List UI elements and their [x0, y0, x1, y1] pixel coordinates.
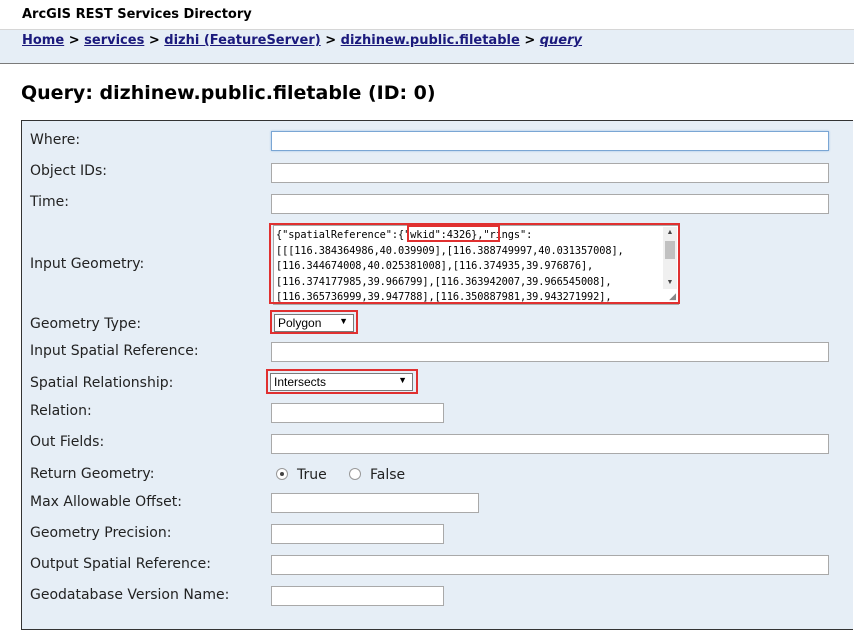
where-label: Where: [30, 132, 81, 148]
breadcrumb: Home > services > dizhi (FeatureServer) … [22, 33, 582, 48]
out-fields-label: Out Fields: [30, 434, 105, 450]
return-geometry-false-radio[interactable] [349, 468, 361, 480]
spatial-rel-label: Spatial Relationship: [30, 375, 174, 391]
triangle-down-icon: ▼ [339, 316, 348, 326]
breadcrumb-query-link[interactable]: query [540, 33, 582, 48]
gdb-version-label: Geodatabase Version Name: [30, 587, 230, 603]
breadcrumb-separator: > [524, 33, 536, 48]
geometry-precision-label: Geometry Precision: [30, 525, 172, 541]
object-ids-label: Object IDs: [30, 163, 107, 179]
breadcrumb-home-link[interactable]: Home [22, 33, 64, 48]
geometry-precision-input[interactable] [271, 524, 444, 544]
breadcrumb-bar: Home > services > dizhi (FeatureServer) … [0, 30, 854, 64]
geometry-type-select[interactable]: Polygon ▼ [274, 314, 354, 332]
relation-input[interactable] [271, 403, 444, 423]
input-sr-label: Input Spatial Reference: [30, 343, 199, 359]
max-offset-label: Max Allowable Offset: [30, 494, 182, 510]
geometry-scrollbar[interactable]: ▲ ▼ [663, 227, 677, 289]
relation-label: Relation: [30, 403, 92, 419]
out-fields-input[interactable] [271, 434, 829, 454]
breadcrumb-layer-link[interactable]: dizhinew.public.filetable [341, 33, 520, 48]
gdb-version-input[interactable] [271, 586, 444, 606]
breadcrumb-separator: > [148, 33, 160, 48]
breadcrumb-services-link[interactable]: services [84, 33, 144, 48]
breadcrumb-separator: > [68, 33, 80, 48]
time-input[interactable] [271, 194, 829, 214]
breadcrumb-featureserver-link[interactable]: dizhi (FeatureServer) [164, 33, 320, 48]
breadcrumb-separator: > [325, 33, 337, 48]
geometry-type-label: Geometry Type: [30, 316, 142, 332]
return-geometry-true-radio[interactable] [276, 468, 288, 480]
output-sr-input[interactable] [271, 555, 829, 575]
input-geometry-text: {"spatialReference":{"wkid":4326},"rings… [276, 229, 624, 303]
max-offset-input[interactable] [271, 493, 479, 513]
query-form: Where: Object IDs: Time: Input Geometry:… [21, 120, 853, 630]
resize-grip-icon[interactable]: ◢ [669, 291, 676, 302]
header-bar: ArcGIS REST Services Directory [0, 0, 854, 30]
time-label: Time: [30, 194, 69, 210]
input-geometry-textarea[interactable]: {"spatialReference":{"wkid":4326},"rings… [273, 225, 679, 305]
return-geometry-false-label[interactable]: False [370, 467, 405, 483]
output-sr-label: Output Spatial Reference: [30, 556, 211, 572]
return-geometry-label: Return Geometry: [30, 466, 155, 482]
triangle-down-icon: ▼ [398, 375, 407, 385]
spatial-rel-select[interactable]: Intersects ▼ [270, 373, 413, 391]
input-geometry-label: Input Geometry: [30, 256, 145, 272]
triangle-down-icon[interactable]: ▼ [663, 277, 677, 289]
input-sr-input[interactable] [271, 342, 829, 362]
where-input[interactable] [271, 131, 829, 151]
app-title: ArcGIS REST Services Directory [22, 7, 252, 22]
object-ids-input[interactable] [271, 163, 829, 183]
triangle-up-icon[interactable]: ▲ [663, 227, 677, 239]
scrollbar-thumb[interactable] [665, 241, 675, 259]
page-title: Query: dizhinew.public.filetable (ID: 0) [21, 82, 436, 104]
return-geometry-true-label[interactable]: True [297, 467, 327, 483]
